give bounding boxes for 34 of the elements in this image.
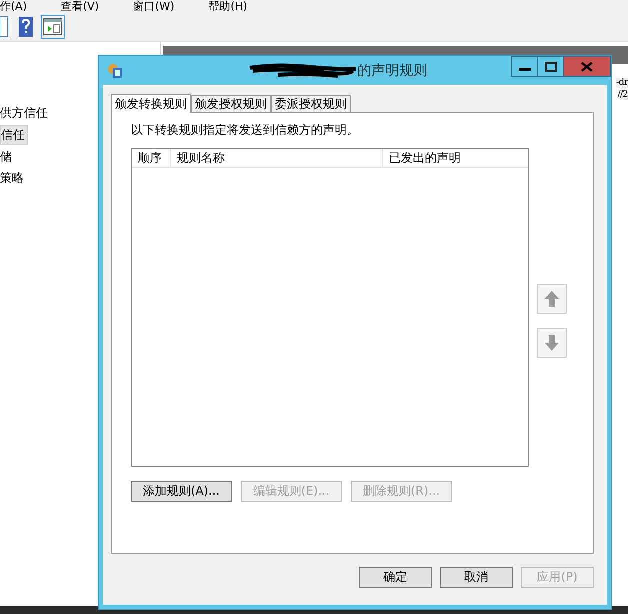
menu-item[interactable]: 查看(V): [61, 0, 100, 13]
app-icon: [107, 62, 123, 78]
window-icon[interactable]: [42, 16, 64, 38]
tab[interactable]: 颁发转换规则: [111, 94, 191, 113]
tree-item[interactable]: 供方信任: [0, 104, 50, 122]
down-arrow-icon: [544, 334, 560, 352]
panel-icon[interactable]: [0, 16, 10, 38]
tab[interactable]: 颁发授权规则: [191, 95, 271, 112]
rules-list[interactable]: 顺序 规则名称 已发出的声明: [131, 148, 529, 467]
tree-item[interactable]: 储: [0, 148, 14, 166]
column-header[interactable]: 顺序: [132, 149, 171, 167]
column-header[interactable]: 规则名称: [171, 149, 383, 167]
column-header[interactable]: 已发出的声明: [383, 149, 528, 167]
menu-item[interactable]: 帮助(H): [208, 0, 248, 13]
panel-text: //2: [618, 90, 628, 100]
dialog-button[interactable]: 确定: [359, 567, 432, 588]
tree-item[interactable]: 策略: [0, 169, 26, 187]
close-button[interactable]: [563, 56, 611, 77]
menu-item[interactable]: 作(A): [0, 0, 28, 13]
maximize-button[interactable]: [537, 56, 564, 77]
tab[interactable]: 委派授权规则: [271, 95, 351, 112]
description-text: 以下转换规则指定将发送到信赖方的声明。: [131, 122, 360, 139]
menu-item[interactable]: 窗口(W): [133, 0, 175, 13]
minimize-icon: [518, 68, 530, 71]
close-icon: [581, 62, 593, 72]
up-arrow-icon: [544, 290, 560, 308]
panel-text: -dr: [616, 78, 628, 88]
help-icon[interactable]: [18, 16, 34, 38]
rule-button[interactable]: 添加规则(A)...: [131, 481, 232, 502]
maximize-icon: [544, 62, 556, 72]
window-title: 的声明规则: [358, 62, 428, 80]
minimize-button[interactable]: [511, 56, 538, 77]
tree-item[interactable]: 信任: [0, 125, 28, 145]
dialog-button[interactable]: 取消: [440, 567, 513, 588]
